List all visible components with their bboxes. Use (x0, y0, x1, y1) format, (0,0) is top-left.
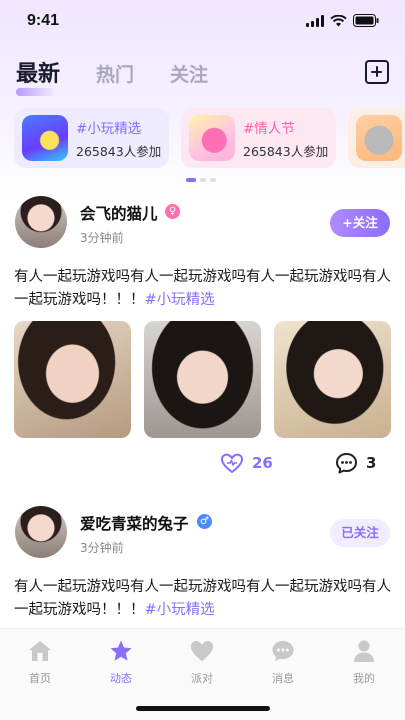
post-content: 有人一起玩游戏吗有人一起玩游戏吗有人一起玩游戏吗有人一起玩游戏吗！！！#小玩精选 (14, 576, 394, 622)
tab-following-label: 关注 (170, 64, 209, 86)
nav-item-profile[interactable]: 我的 (334, 639, 394, 686)
profile-icon (354, 640, 374, 662)
topic-tag: #小玩精选 (76, 120, 142, 137)
topic-image (356, 115, 402, 161)
post-content: 有人一起玩游戏吗有人一起玩游戏吗有人一起玩游戏吗有人一起玩游戏吗！！！#小玩精选 (14, 266, 394, 312)
avatar[interactable] (15, 506, 67, 558)
nav-item-home[interactable]: 首页 (10, 639, 70, 686)
tab-latest-label: 最新 (16, 62, 61, 87)
tab-hot[interactable]: 热门 (96, 60, 134, 88)
topic-count: 265843人参加 (243, 143, 329, 159)
carousel-dot (200, 178, 206, 182)
nav-item-party[interactable]: 派对 (172, 639, 232, 686)
tab-latest[interactable]: 最新 (16, 56, 61, 96)
nav-item-messages[interactable]: 消息 (253, 639, 313, 686)
home-indicator (136, 706, 270, 711)
nav-label: 派对 (191, 672, 213, 685)
post-photos (14, 321, 391, 438)
like-button[interactable]: 26 (220, 452, 273, 474)
like-count: 26 (252, 454, 273, 472)
male-icon: ♂ (197, 514, 212, 529)
topic-image (22, 115, 68, 161)
carousel-dot (186, 178, 196, 182)
female-icon: ♀ (165, 204, 180, 219)
wifi-icon (330, 14, 347, 26)
post-photo[interactable] (144, 321, 261, 438)
post-username[interactable]: 爱吃青菜的兔子 (80, 512, 189, 534)
tab-hot-label: 热门 (96, 64, 135, 86)
nav-label: 首页 (29, 672, 51, 685)
post-username[interactable]: 会飞的猫儿 (80, 202, 158, 224)
add-post-button[interactable] (365, 60, 389, 84)
post-hashtag[interactable]: #小玩精选 (145, 292, 215, 308)
carousel-dot (210, 178, 216, 182)
nav-label: 我的 (353, 672, 375, 685)
follow-button[interactable]: +关注 (330, 209, 390, 237)
heart-icon (220, 453, 244, 474)
carousel-indicator (186, 178, 216, 182)
topic-card[interactable] (348, 108, 405, 168)
post-time: 3分钟前 (80, 231, 124, 245)
status-time: 9:41 (27, 12, 60, 29)
feed-tabs: 最新 热门 关注 (16, 56, 244, 96)
status-bar: 9:41 (0, 0, 405, 44)
comment-count: 3 (366, 454, 377, 472)
nav-item-moments[interactable]: 动态 (91, 639, 151, 686)
topic-card[interactable]: #小玩精选 265843人参加 (14, 108, 169, 168)
star-icon (110, 640, 132, 661)
topic-carousel: #小玩精选 265843人参加 #情人节 265843人参加 (14, 108, 405, 168)
topic-tag: #情人节 (243, 120, 295, 137)
followed-button[interactable]: 已关注 (330, 519, 390, 547)
battery-icon (353, 14, 379, 27)
topic-image (189, 115, 235, 161)
avatar[interactable] (15, 196, 67, 248)
topic-card[interactable]: #情人节 265843人参加 (181, 108, 336, 168)
nav-label: 动态 (110, 672, 132, 685)
comment-button[interactable]: 3 (335, 452, 376, 474)
message-icon (272, 641, 294, 661)
post-photo[interactable] (274, 321, 391, 438)
status-icons (306, 14, 379, 27)
nav-label: 消息 (272, 672, 294, 685)
topic-count: 265843人参加 (76, 143, 162, 159)
post-hashtag[interactable]: #小玩精选 (145, 602, 215, 618)
post-time: 3分钟前 (80, 541, 124, 555)
tab-following[interactable]: 关注 (170, 60, 208, 88)
comment-icon (336, 453, 357, 474)
home-icon (29, 641, 51, 661)
tab-active-indicator (16, 88, 56, 96)
heart-icon (190, 641, 214, 661)
post-photo[interactable] (14, 321, 131, 438)
signal-icon (306, 14, 324, 27)
